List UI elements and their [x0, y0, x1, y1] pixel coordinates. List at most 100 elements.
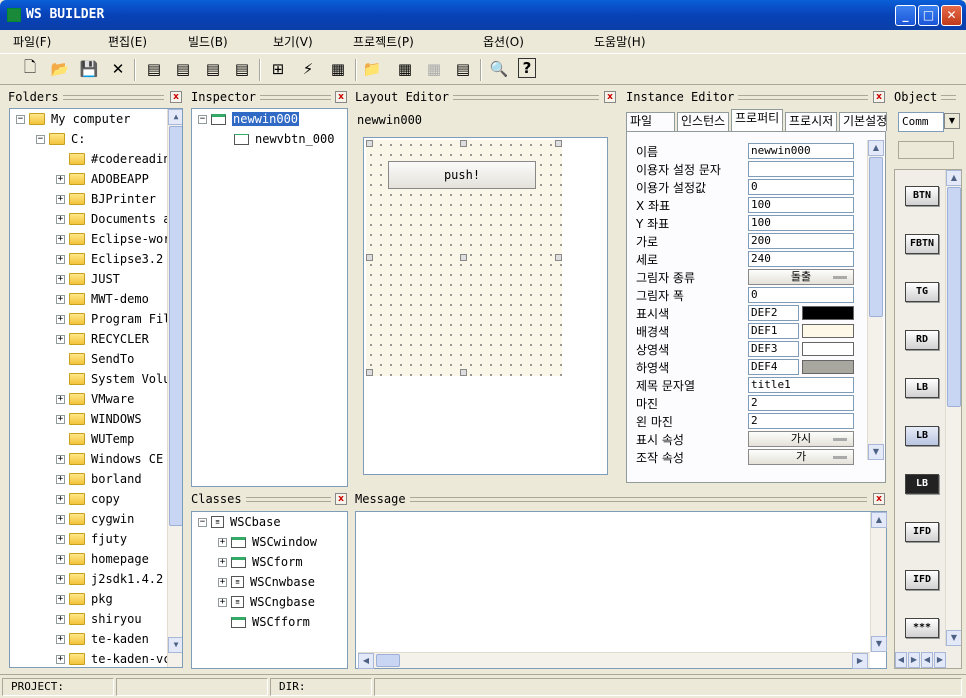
expand-icon[interactable]: +	[56, 214, 65, 224]
folders-tree[interactable]: − My computer − C: #codereading + ADOBEAPP + B…	[9, 108, 183, 668]
scroll-up-icon[interactable]: ▲	[871, 512, 887, 528]
color-swatch[interactable]	[802, 342, 854, 356]
open-folder-icon[interactable]: 📂	[49, 58, 71, 80]
palette-control-tg[interactable]: TG	[905, 282, 939, 302]
palette-control-lb[interactable]: LB	[905, 426, 939, 446]
menu-build[interactable]: 빌드(B)	[188, 33, 228, 50]
expand-icon[interactable]: +	[56, 554, 65, 564]
palette-control-fbtn[interactable]: FBTN	[905, 234, 939, 254]
scroll-thumb[interactable]	[169, 126, 182, 526]
folders-scrollbar[interactable]: ▲ ▼	[167, 109, 182, 667]
message-hscroll[interactable]: ◀ ▶	[358, 652, 870, 669]
class-item[interactable]: + ≡ WSCnwbase	[218, 572, 315, 592]
palette-control-lb[interactable]: LB	[905, 474, 939, 494]
expand-icon[interactable]: +	[218, 577, 227, 587]
class-item-root[interactable]: − ≡ WSCbase	[198, 512, 281, 532]
inspector-item-button[interactable]: newvbtn_000	[234, 129, 334, 149]
resize-handle[interactable]	[366, 254, 373, 261]
property-input[interactable]: 2	[748, 413, 854, 429]
palette-scrollbar[interactable]: ▲ ▼	[945, 170, 961, 646]
tree-item-folder[interactable]: + VMware	[56, 389, 134, 409]
tree-item-folder[interactable]: + Windows CE	[56, 449, 163, 469]
chevron-down-icon[interactable]: ▼	[944, 113, 960, 129]
scroll-down-icon[interactable]: ▼	[168, 637, 182, 653]
message-close-icon[interactable]: x	[873, 493, 885, 505]
resize-handle[interactable]	[366, 369, 373, 376]
menu-file[interactable]: 파일(F)	[13, 33, 51, 50]
cut-icon[interactable]: ✕	[107, 58, 129, 80]
save-icon[interactable]: 💾	[78, 58, 100, 80]
palette-control-rd[interactable]: RD	[905, 330, 939, 350]
tab-property[interactable]: 프로퍼티	[731, 109, 783, 132]
tree-item-folder[interactable]: + Program Files	[56, 309, 182, 329]
save-window-icon[interactable]: ▤	[202, 58, 224, 80]
disabled-tool-icon[interactable]: ▦	[423, 58, 445, 80]
menu-options[interactable]: 옵션(O)	[483, 33, 524, 50]
scroll-right-icon[interactable]: ▶	[934, 652, 946, 668]
tree-item-folder[interactable]: + BJPrinter	[56, 189, 156, 209]
expand-icon[interactable]: +	[56, 174, 65, 184]
expand-icon[interactable]: +	[56, 314, 65, 324]
expand-icon[interactable]: +	[218, 597, 227, 607]
instance-editor-close-icon[interactable]: x	[873, 91, 885, 103]
scroll-down-icon[interactable]: ▼	[868, 444, 884, 460]
build-icon[interactable]: ⚡	[297, 58, 319, 80]
tree-item-folder[interactable]: + WINDOWS	[56, 409, 142, 429]
expand-icon[interactable]: +	[56, 614, 65, 624]
property-scrollbar[interactable]: ▲ ▼	[867, 140, 884, 460]
class-item[interactable]: WSCfform	[218, 612, 310, 632]
color-swatch[interactable]	[802, 324, 854, 338]
color-swatch[interactable]	[802, 306, 854, 320]
tree-item-folder[interactable]: + Documents and	[56, 209, 182, 229]
expand-icon[interactable]: +	[56, 454, 65, 464]
inspector-tree[interactable]: − newwin000 newvbtn_000	[191, 108, 348, 487]
tree-item-folder[interactable]: SendTo	[56, 349, 134, 369]
resize-handle[interactable]	[460, 369, 467, 376]
property-color-name[interactable]: DEF2	[748, 305, 799, 321]
tree-item-folder[interactable]: #codereading	[56, 149, 178, 169]
scroll-up-icon[interactable]: ▲	[868, 140, 884, 156]
property-input[interactable]: 0	[748, 179, 854, 195]
menu-help[interactable]: 도움말(H)	[594, 33, 646, 50]
object-category-select[interactable]: Comm	[898, 112, 944, 132]
scroll-right-icon[interactable]: ▶	[908, 652, 920, 668]
expand-icon[interactable]: +	[56, 274, 65, 284]
expand-icon[interactable]: +	[56, 474, 65, 484]
push-button[interactable]: push!	[388, 161, 536, 189]
tree-item-folder[interactable]: + fjuty	[56, 529, 127, 549]
palette-control-ifd[interactable]: IFD	[905, 570, 939, 590]
select-icon[interactable]: ⊞	[267, 58, 289, 80]
property-color-name[interactable]: DEF4	[748, 359, 799, 375]
property-select[interactable]: 가	[748, 449, 854, 465]
expand-icon[interactable]: +	[56, 594, 65, 604]
palette-control-ifd[interactable]: IFD	[905, 522, 939, 542]
tree-item-folder[interactable]: + copy	[56, 489, 120, 509]
palette-control-lb[interactable]: LB	[905, 378, 939, 398]
resize-handle[interactable]	[555, 254, 562, 261]
tree-item-folder[interactable]: + te-kaden	[56, 629, 149, 649]
make-icon[interactable]: ▦	[327, 58, 349, 80]
scroll-thumb[interactable]	[376, 654, 400, 667]
property-input[interactable]: 200	[748, 233, 854, 249]
inspector-item-window[interactable]: − newwin000	[198, 109, 300, 129]
property-input[interactable]: 2	[748, 395, 854, 411]
property-input[interactable]: 240	[748, 251, 854, 267]
scroll-right-icon[interactable]: ▶	[852, 653, 868, 669]
project-folder-icon[interactable]: 📁	[361, 58, 383, 80]
expand-icon[interactable]: +	[56, 414, 65, 424]
scroll-thumb[interactable]	[947, 187, 961, 407]
resize-handle[interactable]	[460, 140, 467, 147]
expand-icon[interactable]: +	[56, 394, 65, 404]
layout-canvas[interactable]: push!	[363, 137, 608, 475]
tab-procedure[interactable]: 프로시저	[785, 112, 837, 131]
expand-icon[interactable]: +	[56, 654, 65, 664]
tree-item-folder[interactable]: + borland	[56, 469, 142, 489]
tab-settings[interactable]: 기본설정	[839, 112, 887, 131]
palette-control-btn[interactable]: BTN	[905, 186, 939, 206]
scroll-left-icon[interactable]: ◀	[895, 652, 907, 668]
scroll-left-icon[interactable]: ◀	[921, 652, 933, 668]
tree-item-folder[interactable]: WUTemp	[56, 429, 134, 449]
tree-item-folder[interactable]: + Eclipse-work	[56, 229, 178, 249]
color-swatch[interactable]	[802, 360, 854, 374]
scroll-thumb[interactable]	[869, 157, 883, 317]
